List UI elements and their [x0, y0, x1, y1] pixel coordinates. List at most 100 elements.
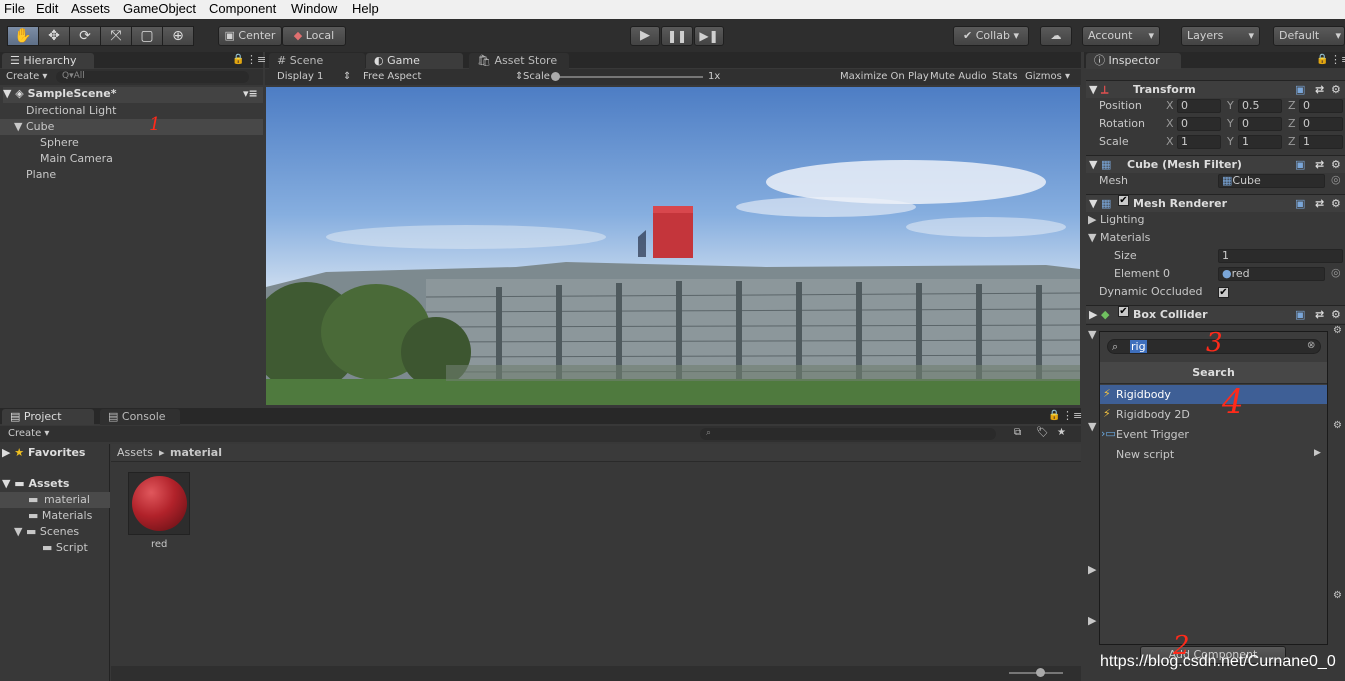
zoom-slider-handle[interactable]: [1036, 668, 1045, 677]
menu-file[interactable]: File: [4, 1, 25, 16]
tab-hierarchy[interactable]: ☰ Hierarchy: [2, 53, 94, 69]
settings-gear-icon[interactable]: ⚙: [1331, 306, 1341, 323]
help-icon[interactable]: ▣: [1295, 306, 1305, 323]
scale-y-field[interactable]: 1: [1238, 135, 1282, 149]
dynamic-occluded-checkbox[interactable]: ✔: [1218, 285, 1229, 298]
scale-slider-track[interactable]: [553, 76, 703, 78]
project-search-input[interactable]: ⌕: [700, 428, 996, 440]
transform-header[interactable]: ▼ ⟂ Transform ▣ ⇄ ⚙: [1086, 80, 1345, 98]
tab-scene[interactable]: # Scene: [269, 53, 365, 69]
position-x-field[interactable]: 0: [1177, 99, 1221, 113]
tab-asset-store[interactable]: 🛍 Asset Store: [469, 53, 569, 69]
settings-gear-icon[interactable]: ⚙: [1331, 81, 1341, 98]
box-collider-header[interactable]: ▶ ◆ ✔ Box Collider ▣ ⇄ ⚙: [1086, 305, 1345, 323]
project-create-button[interactable]: Create ▾: [8, 428, 49, 439]
result-event-trigger[interactable]: ›▭ Event Trigger: [1100, 425, 1327, 444]
clear-search-icon[interactable]: ⊗: [1307, 340, 1315, 351]
pause-button[interactable]: ❚❚: [661, 26, 693, 46]
gizmos-dropdown[interactable]: Gizmos ▾: [1025, 71, 1070, 82]
game-viewport[interactable]: [266, 87, 1080, 405]
hierarchy-item-cube[interactable]: ▼ Cube: [0, 119, 263, 135]
result-new-script[interactable]: New script ▶: [1100, 445, 1327, 464]
filter-type-icon[interactable]: ⧉: [1014, 427, 1021, 438]
folder-material[interactable]: ▬ material: [0, 492, 110, 508]
object-picker-icon[interactable]: ◎: [1331, 266, 1341, 279]
maximize-on-play-toggle[interactable]: Maximize On Play: [840, 71, 929, 82]
pivot-center-button[interactable]: ▣ Center: [218, 26, 282, 46]
menu-window[interactable]: Window: [291, 1, 337, 16]
preset-icon[interactable]: ⇄: [1315, 306, 1324, 323]
folder-scenes[interactable]: ▼ ▬ Scenes: [14, 525, 79, 538]
breadcrumb-assets[interactable]: Assets: [117, 446, 153, 459]
scale-tool-icon[interactable]: ⤧: [100, 26, 132, 46]
position-y-field[interactable]: 0.5: [1238, 99, 1282, 113]
settings-gear-icon[interactable]: ⚙: [1331, 156, 1341, 173]
hand-tool-icon[interactable]: ✋: [7, 26, 39, 46]
hierarchy-search-input[interactable]: Q▾All: [56, 71, 249, 83]
help-icon[interactable]: ▣: [1295, 195, 1305, 212]
help-icon[interactable]: ▣: [1295, 81, 1305, 98]
rotate-tool-icon[interactable]: ⟳: [69, 26, 101, 46]
play-button[interactable]: ▶: [630, 26, 660, 46]
menu-assets[interactable]: Assets: [71, 1, 110, 16]
favorite-star-icon[interactable]: ★: [1057, 427, 1066, 438]
asset-thumbnail-red[interactable]: [128, 472, 190, 535]
preset-icon[interactable]: ⇄: [1315, 81, 1324, 98]
materials-size-field[interactable]: 1: [1218, 249, 1343, 263]
preset-icon[interactable]: ⇄: [1315, 195, 1324, 212]
mesh-filter-header[interactable]: ▼ ▦ Cube (Mesh Filter) ▣ ⇄ ⚙: [1086, 155, 1345, 173]
panel-menu-icon[interactable]: ⋮≡: [1062, 409, 1082, 422]
stats-toggle[interactable]: Stats: [992, 71, 1018, 82]
mesh-renderer-enabled-checkbox[interactable]: ✔: [1118, 195, 1129, 206]
settings-gear-icon[interactable]: ⚙: [1333, 325, 1342, 336]
rotation-x-field[interactable]: 0: [1177, 117, 1221, 131]
hierarchy-item-plane[interactable]: Plane: [26, 168, 56, 181]
menu-gameobject[interactable]: GameObject: [123, 1, 196, 16]
scale-x-field[interactable]: 1: [1177, 135, 1221, 149]
scale-slider-handle[interactable]: [551, 72, 560, 81]
assets-folder[interactable]: ▼ ▬ Assets: [2, 477, 69, 490]
step-button[interactable]: ▶❚: [694, 26, 724, 46]
mesh-object-field[interactable]: ▦Cube: [1218, 174, 1325, 188]
menu-component[interactable]: Component: [209, 1, 276, 16]
menu-help[interactable]: Help: [352, 1, 379, 16]
mute-audio-toggle[interactable]: Mute Audio: [930, 71, 987, 82]
preset-icon[interactable]: ⇄: [1315, 156, 1324, 173]
panel-menu-icon[interactable]: ⋮≡: [1330, 53, 1345, 66]
mesh-renderer-header[interactable]: ▼ ▦ ✔ Mesh Renderer ▣ ⇄ ⚙: [1086, 194, 1345, 212]
tab-console[interactable]: ▤ Console: [100, 409, 180, 425]
settings-gear-icon[interactable]: ⚙: [1333, 590, 1342, 601]
box-collider-enabled-checkbox[interactable]: ✔: [1118, 306, 1129, 317]
tab-project[interactable]: ▤ Project: [2, 409, 94, 425]
layout-dropdown[interactable]: Default ▾: [1273, 26, 1345, 46]
hierarchy-item-main-camera[interactable]: Main Camera: [40, 152, 113, 165]
panel-menu-icon[interactable]: ⋮≡: [246, 53, 266, 66]
menu-edit[interactable]: Edit: [36, 1, 58, 16]
folder-script[interactable]: ▬ Script: [42, 541, 88, 554]
help-icon[interactable]: ▣: [1295, 156, 1305, 173]
lighting-foldout[interactable]: ▶ Lighting: [1088, 213, 1144, 226]
favorites-item[interactable]: ▶ ★ Favorites: [2, 446, 85, 459]
scene-menu-icon[interactable]: ▾≡: [243, 87, 258, 100]
layers-dropdown[interactable]: Layers ▾: [1181, 26, 1260, 46]
rotation-z-field[interactable]: 0: [1299, 117, 1343, 131]
display-dropdown[interactable]: Display 1: [277, 71, 323, 82]
position-z-field[interactable]: 0: [1299, 99, 1343, 113]
move-tool-icon[interactable]: ✥: [38, 26, 70, 46]
transform-tool-icon[interactable]: ⊕: [162, 26, 194, 46]
tab-inspector[interactable]: ⓘ Inspector: [1086, 53, 1181, 69]
scene-header[interactable]: ▼ ◈ SampleScene* ▾≡: [3, 87, 263, 103]
breadcrumb-material[interactable]: material: [170, 446, 222, 459]
collab-dropdown[interactable]: ✔ Collab ▾: [953, 26, 1029, 46]
settings-gear-icon[interactable]: ⚙: [1333, 420, 1342, 431]
hierarchy-item-sphere[interactable]: Sphere: [40, 136, 79, 149]
lock-icon[interactable]: 🔒: [1048, 410, 1060, 421]
settings-gear-icon[interactable]: ⚙: [1331, 195, 1341, 212]
result-rigidbody-2d[interactable]: ⚡ Rigidbody 2D: [1100, 405, 1327, 424]
scale-z-field[interactable]: 1: [1299, 135, 1343, 149]
lock-icon[interactable]: 🔒: [1316, 54, 1328, 65]
element-0-material-field[interactable]: ●red: [1218, 267, 1325, 281]
materials-foldout[interactable]: ▼ Materials: [1088, 231, 1150, 244]
cloud-button[interactable]: ☁: [1040, 26, 1072, 46]
account-dropdown[interactable]: Account ▾: [1082, 26, 1160, 46]
